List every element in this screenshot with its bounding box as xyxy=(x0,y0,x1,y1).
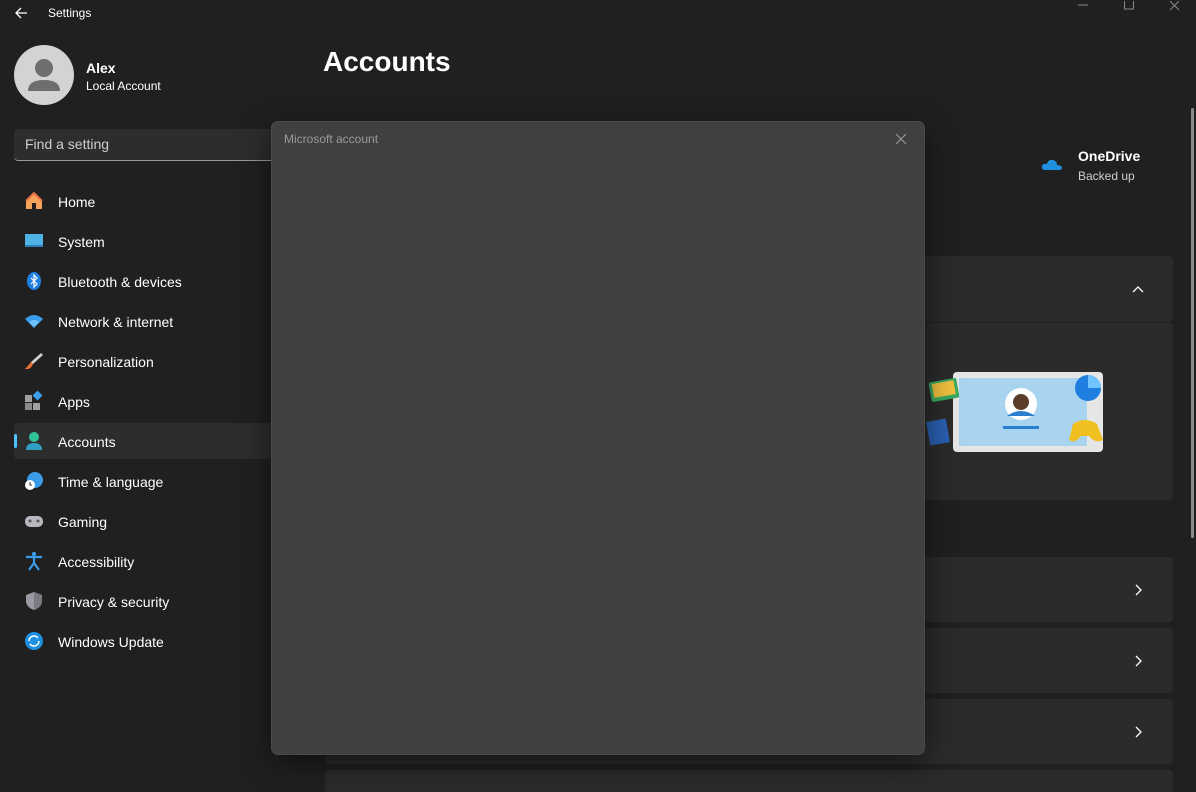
sidebar-item-apps[interactable]: Apps xyxy=(14,383,276,419)
maximize-icon xyxy=(1124,0,1134,10)
settings-row[interactable] xyxy=(325,770,1173,792)
close-window-button[interactable] xyxy=(1152,0,1196,12)
home-icon xyxy=(24,191,44,211)
sidebar-item-label: Home xyxy=(58,194,96,210)
sidebar-item-personalization[interactable]: Personalization xyxy=(14,343,276,379)
shield-icon xyxy=(24,591,44,611)
avatar[interactable] xyxy=(14,45,74,105)
sidebar-item-label: Gaming xyxy=(58,514,108,530)
maximize-button[interactable] xyxy=(1106,0,1152,12)
chevron-right-icon xyxy=(1131,725,1145,739)
sidebar-item-windows-update[interactable]: Windows Update xyxy=(14,623,276,659)
chevron-right-icon xyxy=(1131,654,1145,668)
close-icon xyxy=(895,133,907,145)
back-arrow-icon xyxy=(15,7,27,19)
person-icon xyxy=(28,59,60,91)
app-title: Settings xyxy=(48,6,92,20)
wifi-icon xyxy=(24,311,44,331)
account-illustration xyxy=(926,372,1103,452)
globe-clock-icon xyxy=(24,471,44,491)
gamepad-icon xyxy=(24,511,44,531)
chevron-up-icon xyxy=(1131,282,1145,296)
bluetooth-icon xyxy=(24,271,44,291)
sidebar-item-label: System xyxy=(58,234,105,250)
accessibility-icon xyxy=(24,551,44,571)
sidebar-item-network[interactable]: Network & internet xyxy=(14,303,276,339)
onedrive-status: Backed up xyxy=(1078,169,1135,183)
page-title: Accounts xyxy=(323,46,451,77)
sidebar-item-accounts[interactable]: Accounts xyxy=(14,423,276,459)
dialog-title: Microsoft account xyxy=(284,132,379,146)
sidebar-item-label: Personalization xyxy=(58,354,154,370)
sidebar-item-label: Accounts xyxy=(58,434,116,450)
search-input[interactable]: Find a setting xyxy=(14,129,284,161)
user-name: Alex xyxy=(86,60,116,76)
monitor-icon xyxy=(24,231,44,251)
minimize-icon xyxy=(1078,4,1088,6)
sidebar-item-accessibility[interactable]: Accessibility xyxy=(14,543,276,579)
title-bar: Settings xyxy=(0,0,1196,28)
sidebar-item-privacy-security[interactable]: Privacy & security xyxy=(14,583,276,619)
sidebar-item-label: Time & language xyxy=(58,474,164,490)
sidebar-nav: Home System Bluetooth & devices Network … xyxy=(14,183,276,663)
person-icon xyxy=(24,431,44,451)
onedrive-name[interactable]: OneDrive xyxy=(1078,148,1140,164)
microsoft-account-dialog: Microsoft account xyxy=(271,121,925,755)
sidebar-item-label: Accessibility xyxy=(58,554,135,570)
back-button[interactable] xyxy=(12,4,32,22)
sidebar-item-label: Network & internet xyxy=(58,314,174,330)
account-type: Local Account xyxy=(86,79,161,93)
apps-icon xyxy=(24,391,44,411)
sidebar-item-time-language[interactable]: Time & language xyxy=(14,463,276,499)
paintbrush-icon xyxy=(24,351,44,371)
sidebar-item-gaming[interactable]: Gaming xyxy=(14,503,276,539)
onedrive-icon xyxy=(1041,159,1062,170)
sidebar-item-system[interactable]: System xyxy=(14,223,276,259)
sidebar-item-label: Bluetooth & devices xyxy=(58,274,182,290)
sidebar-item-bluetooth[interactable]: Bluetooth & devices xyxy=(14,263,276,299)
minimize-button[interactable] xyxy=(1060,0,1106,12)
chevron-right-icon xyxy=(1131,583,1145,597)
sidebar-item-label: Windows Update xyxy=(58,634,164,650)
sidebar-item-label: Apps xyxy=(58,394,90,410)
scrollbar[interactable] xyxy=(1191,108,1194,538)
dialog-close-button[interactable] xyxy=(892,130,910,148)
sidebar-item-home[interactable]: Home xyxy=(14,183,276,219)
close-icon xyxy=(1169,0,1180,11)
sidebar-item-label: Privacy & security xyxy=(58,594,170,610)
update-icon xyxy=(24,631,44,651)
